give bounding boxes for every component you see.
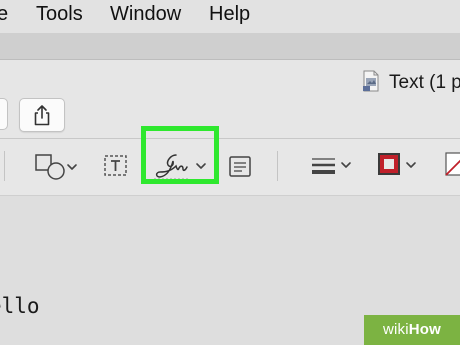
menu-bar: e Tools Window Help [0, 0, 460, 33]
shapes-tool-button[interactable] [34, 147, 80, 187]
chevron-down-icon [67, 164, 77, 170]
watermark-suffix: How [408, 321, 442, 338]
document-title: Text (1 p [389, 72, 460, 93]
chevron-down-icon [196, 163, 206, 169]
menu-item-tools[interactable]: Tools [36, 3, 83, 26]
signature-icon [154, 154, 188, 180]
toolbar-separator [4, 151, 5, 181]
share-button[interactable] [19, 98, 65, 132]
window-toolbar: Text (1 p [0, 60, 460, 139]
watermark-prefix: wiki [382, 321, 409, 338]
text-tool-button[interactable] [103, 147, 129, 187]
fill-color-button[interactable] [444, 147, 460, 187]
chevron-down-icon [406, 162, 416, 168]
menu-item-edit[interactable]: e [0, 3, 8, 26]
chevron-down-icon [341, 162, 351, 168]
shape-style-button[interactable] [310, 147, 356, 187]
share-icon [34, 105, 50, 126]
document-icon [363, 70, 379, 92]
line-style-icon [312, 158, 335, 174]
toolbar-separator [277, 151, 278, 181]
window-title-bar[interactable] [0, 33, 460, 60]
wikihow-watermark: wikiHow [364, 315, 460, 345]
note-icon [229, 156, 251, 177]
document-text[interactable]: ello [0, 294, 40, 318]
markup-toolbar [0, 139, 460, 196]
preview-window: e Tools Window Help Text (1 p llo wikiHo… [0, 0, 460, 345]
note-tool-button[interactable] [228, 147, 254, 187]
text-box-icon [104, 155, 127, 176]
signature-tool-button[interactable] [150, 147, 212, 187]
toolbar-button-partial[interactable] [0, 98, 8, 130]
border-color-icon [378, 153, 400, 175]
fill-color-icon [445, 152, 460, 176]
menu-item-window[interactable]: Window [110, 3, 181, 26]
border-color-button[interactable] [376, 147, 422, 187]
menu-item-help[interactable]: Help [209, 3, 250, 26]
shapes-icon [35, 154, 65, 180]
